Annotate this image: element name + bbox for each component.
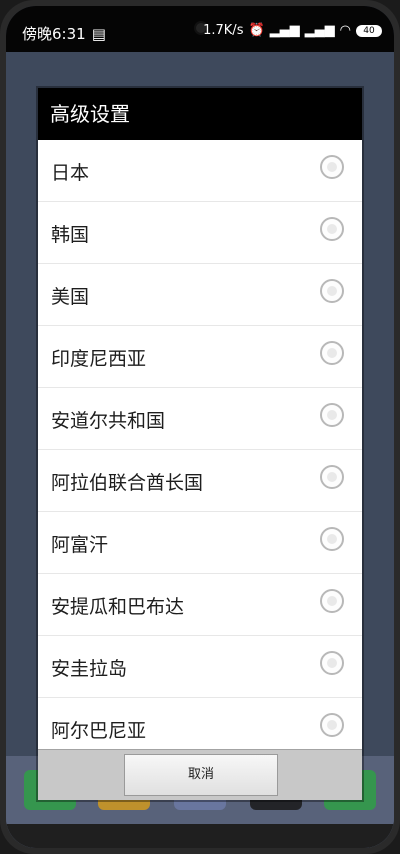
radio-button[interactable] [320, 155, 344, 179]
radio-button[interactable] [320, 527, 344, 551]
list-item-label: 阿尔巴尼亚 [51, 720, 147, 742]
radio-button[interactable] [320, 651, 344, 675]
list-item[interactable]: 美国 [38, 264, 362, 326]
list-item[interactable]: 韩国 [38, 202, 362, 264]
screen: 傍晚6:31 ▤ 1.7K/s ⏰ ▂▄▆ ▂▄▆ ◠ 40 高级设置 日本 韩… [6, 6, 394, 848]
battery-level: 40 [363, 25, 375, 36]
radio-button[interactable] [320, 403, 344, 427]
list-item[interactable]: 阿尔巴尼亚 [38, 698, 362, 750]
list-item-label: 美国 [51, 286, 90, 308]
list-item[interactable]: 阿拉伯联合酋长国 [38, 450, 362, 512]
radio-button[interactable] [320, 217, 344, 241]
list-item-label: 阿拉伯联合酋长国 [51, 472, 204, 494]
list-item-label: 印度尼西亚 [51, 348, 147, 370]
list-item[interactable]: 安圭拉岛 [38, 636, 362, 698]
list-item-label: 日本 [51, 162, 90, 184]
dialog-footer: 取消 [38, 749, 362, 800]
signal-icon: ▂▄▆ [269, 23, 300, 38]
list-item[interactable]: 日本 [38, 140, 362, 202]
battery-icon: 40 [356, 24, 382, 37]
list-item-label: 安圭拉岛 [51, 658, 128, 680]
list-item[interactable]: 安提瓜和巴布达 [38, 574, 362, 636]
navigation-bar [6, 824, 394, 848]
settings-dialog: 高级设置 日本 韩国 美国 印度尼西亚 安道尔共和国 阿拉伯联合酋长国 阿富汗 … [38, 88, 362, 800]
radio-button[interactable] [320, 279, 344, 303]
status-time: 傍晚6:31 [22, 25, 86, 43]
country-list[interactable]: 日本 韩国 美国 印度尼西亚 安道尔共和国 阿拉伯联合酋长国 阿富汗 安提瓜和巴… [38, 140, 362, 750]
cancel-button[interactable]: 取消 [124, 754, 278, 796]
phone-frame: 傍晚6:31 ▤ 1.7K/s ⏰ ▂▄▆ ▂▄▆ ◠ 40 高级设置 日本 韩… [0, 0, 400, 854]
list-item[interactable]: 安道尔共和国 [38, 388, 362, 450]
list-item-label: 安提瓜和巴布达 [51, 596, 185, 618]
signal-icon: ▂▄▆ [304, 23, 335, 38]
status-right: 1.7K/s ⏰ ▂▄▆ ▂▄▆ ◠ 40 [203, 23, 382, 38]
list-item[interactable]: 印度尼西亚 [38, 326, 362, 388]
list-item[interactable]: 阿富汗 [38, 512, 362, 574]
network-speed: 1.7K/s [203, 23, 244, 38]
list-item-label: 安道尔共和国 [51, 410, 166, 432]
wifi-icon: ◠ [339, 23, 351, 38]
radio-button[interactable] [320, 589, 344, 613]
note-icon: ▤ [91, 24, 106, 43]
list-item-label: 韩国 [51, 224, 90, 246]
alarm-icon: ⏰ [248, 23, 265, 38]
radio-button[interactable] [320, 465, 344, 489]
status-left: 傍晚6:31 ▤ [22, 23, 106, 44]
list-item-label: 阿富汗 [51, 534, 109, 556]
radio-button[interactable] [320, 713, 344, 737]
dialog-title: 高级设置 [38, 88, 362, 140]
radio-button[interactable] [320, 341, 344, 365]
status-bar: 傍晚6:31 ▤ 1.7K/s ⏰ ▂▄▆ ▂▄▆ ◠ 40 [6, 6, 394, 52]
